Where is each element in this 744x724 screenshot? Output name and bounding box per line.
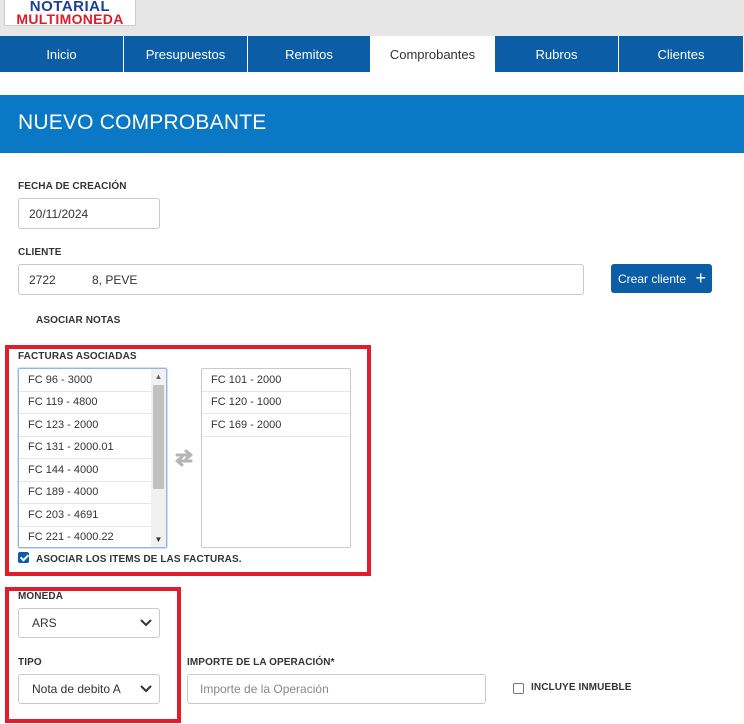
- main-nav: Inicio Presupuestos Remitos Comprobantes…: [0, 36, 744, 72]
- tab-comprobantes[interactable]: Comprobantes: [371, 36, 495, 72]
- fecha-input[interactable]: 20/11/2024: [18, 198, 160, 229]
- selected-invoices-list[interactable]: FC 101 - 2000 FC 120 - 1000 FC 169 - 200…: [201, 368, 351, 548]
- app-logo[interactable]: NOTARIAL MULTIMONEDA: [4, 0, 136, 26]
- scroll-up-icon[interactable]: ▲: [151, 369, 166, 384]
- tab-clientes[interactable]: Clientes: [619, 36, 744, 72]
- cliente-label: CLIENTE: [18, 247, 62, 258]
- list-item[interactable]: FC 169 - 2000: [202, 414, 350, 437]
- moneda-select[interactable]: ARS: [18, 608, 160, 638]
- crear-cliente-button[interactable]: Crear cliente +: [611, 264, 712, 293]
- crear-cliente-label: Crear cliente: [618, 271, 687, 286]
- cliente-input[interactable]: 2722 8, PEVE: [18, 264, 584, 295]
- top-bar: NOTARIAL MULTIMONEDA: [0, 0, 744, 36]
- tipo-label: TIPO: [18, 657, 42, 668]
- moneda-value: ARS: [32, 616, 57, 630]
- plus-icon: +: [695, 268, 706, 288]
- fecha-value: 20/11/2024: [29, 206, 89, 221]
- tipo-select[interactable]: Nota de debito A: [18, 674, 160, 704]
- scroll-down-icon[interactable]: ▼: [151, 532, 166, 547]
- tab-presupuestos[interactable]: Presupuestos: [124, 36, 248, 72]
- chevron-down-icon: [140, 685, 152, 693]
- fecha-label: FECHA DE CREACIÓN: [18, 181, 127, 192]
- cliente-value-b: 8, PEVE: [92, 272, 138, 287]
- list-item[interactable]: FC 119 - 4800: [19, 392, 166, 414]
- logo-line-2: MULTIMONEDA: [16, 11, 124, 27]
- page-title: NUEVO COMPROBANTE: [18, 111, 267, 134]
- asociar-items-checkbox[interactable]: [18, 552, 29, 563]
- list-scrollbar[interactable]: ▲ ▼: [151, 369, 166, 547]
- asociar-items-label: ASOCIAR LOS ITEMS DE LAS FACTURAS.: [36, 554, 242, 565]
- tab-inicio[interactable]: Inicio: [0, 36, 124, 72]
- list-item[interactable]: FC 203 - 4691: [19, 504, 166, 527]
- asociar-notas-label: ASOCIAR NOTAS: [36, 315, 121, 326]
- cliente-value-a: 2722: [29, 272, 56, 287]
- list-item[interactable]: FC 120 - 1000: [202, 392, 350, 414]
- swap-arrows-icon[interactable]: [173, 449, 195, 467]
- available-invoices-list[interactable]: FC 96 - 3000 FC 119 - 4800 FC 123 - 2000…: [18, 368, 167, 548]
- facturas-label: FACTURAS ASOCIADAS: [18, 351, 137, 362]
- incluye-inmueble-checkbox[interactable]: [513, 683, 524, 694]
- scroll-thumb[interactable]: [153, 385, 164, 489]
- importe-input[interactable]: Importe de la Operación: [187, 674, 486, 704]
- list-item[interactable]: FC 221 - 4000.22: [19, 527, 166, 548]
- chevron-down-icon: [140, 619, 152, 627]
- moneda-label: MONEDA: [18, 591, 64, 602]
- importe-label: IMPORTE DE LA OPERACIÓN*: [187, 657, 335, 668]
- list-item[interactable]: FC 123 - 2000: [19, 414, 166, 437]
- tab-remitos[interactable]: Remitos: [248, 36, 371, 72]
- list-item[interactable]: FC 101 - 2000: [202, 369, 350, 392]
- list-item[interactable]: FC 189 - 4000: [19, 482, 166, 504]
- list-item[interactable]: FC 144 - 4000: [19, 459, 166, 482]
- tipo-value: Nota de debito A: [32, 682, 121, 696]
- page-header: NUEVO COMPROBANTE: [0, 95, 744, 153]
- incluye-inmueble-label: INCLUYE INMUEBLE: [531, 682, 632, 693]
- importe-placeholder: Importe de la Operación: [200, 682, 329, 696]
- list-item[interactable]: FC 131 - 2000.01: [19, 437, 166, 459]
- tab-rubros[interactable]: Rubros: [495, 36, 619, 72]
- list-item[interactable]: FC 96 - 3000: [19, 369, 166, 392]
